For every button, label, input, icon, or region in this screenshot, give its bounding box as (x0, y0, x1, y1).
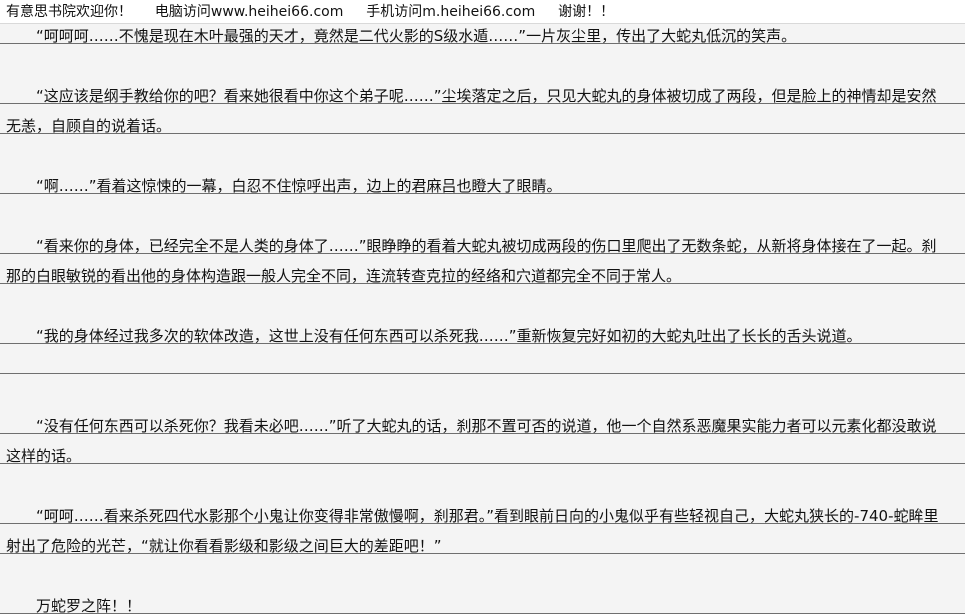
thanks-text: 谢谢！！ (558, 4, 615, 20)
rule-line (0, 373, 965, 374)
pc-access-label: 电脑访问 (154, 4, 211, 20)
paragraph: “啊……”看着这惊悚的一幕，白忍不住惊呼出声，边上的君麻吕也瞪大了眼睛。 (6, 177, 562, 195)
site-header: 有意思书院欢迎你！ 电脑访问www.heihei66.com 手机访问m.hei… (0, 0, 965, 24)
mobile-access-label: 手机访问 (366, 4, 423, 20)
paragraph: “我的身体经过我多次的软体改造，这世上没有任何东西可以杀死我……”重新恢复完好如… (6, 327, 862, 345)
paragraph: 万蛇罗之阵！！ (6, 597, 142, 614)
paragraph: “呵呵……看来杀死四代水影那个小鬼让你变得非常傲慢啊，刹那君。”看到眼前日向的小… (6, 507, 939, 555)
paragraph: “这应该是纲手教给你的吧？看来她很看中你这个弟子呢……”尘埃落定之后，只见大蛇丸… (6, 87, 937, 135)
paragraph: “呵呵呵……不愧是现在木叶最强的天才，竟然是二代火影的S级水遁……”一片灰尘里，… (6, 27, 797, 45)
article-body: “呵呵呵……不愧是现在木叶最强的天才，竟然是二代火影的S级水遁……”一片灰尘里，… (0, 24, 965, 614)
paragraph: “没有任何东西可以杀死你？我看未必吧……”听了大蛇丸的话，刹那不置可否的说道，他… (6, 417, 937, 465)
paragraph: “看来你的身体，已经完全不是人类的身体了……”眼睁睁的看着大蛇丸被切成两段的伤口… (6, 237, 937, 285)
mobile-site-link[interactable]: m.heihei66.com (422, 4, 535, 20)
site-welcome: 有意思书院欢迎你！ (6, 4, 132, 20)
pc-site-link[interactable]: www.heihei66.com (211, 4, 343, 20)
